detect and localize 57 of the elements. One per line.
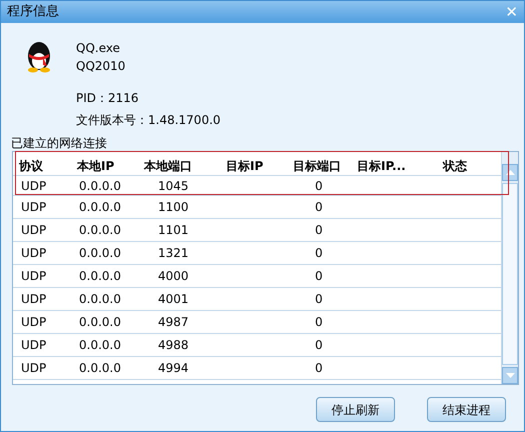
table-cell: 0: [315, 269, 323, 283]
column-header[interactable]: 目标IP...: [351, 156, 437, 174]
table-cell: 0: [315, 338, 323, 352]
table-cell: 0.0.0.0: [79, 178, 121, 192]
table-cell: 0.0.0.0: [79, 338, 121, 352]
table-cell: 1045: [158, 178, 189, 192]
table-cell: 4994: [158, 361, 189, 375]
table-cell: 0: [315, 292, 323, 306]
table-cell: UDP: [21, 200, 46, 214]
file-version: 文件版本号：1.48.1700.0: [76, 112, 221, 129]
column-header[interactable]: 目标IP: [220, 156, 287, 174]
table-cell: 0.0.0.0: [79, 223, 121, 237]
table-cell: UDP: [21, 246, 46, 260]
program-name: QQ.exe: [76, 40, 121, 57]
down-arrow-icon: [506, 373, 514, 378]
column-header[interactable]: 本地IP: [71, 156, 138, 174]
table-cell: 0.0.0.0: [79, 315, 121, 329]
table-cell: 1100: [158, 200, 189, 214]
table-cell: 4988: [158, 338, 189, 352]
window-title: 程序信息: [7, 3, 59, 22]
table-cell: UDP: [21, 178, 46, 192]
column-header[interactable]: 状态: [437, 156, 497, 174]
table-cell: 0: [315, 178, 323, 192]
section-label: 已建立的网络连接: [11, 135, 108, 151]
table-cell: 0: [315, 246, 323, 260]
table-cell: UDP: [21, 292, 46, 306]
table-cell: UDP: [21, 338, 46, 352]
scroll-down-button[interactable]: [502, 367, 518, 384]
column-header[interactable]: 本地端口: [138, 156, 220, 174]
product-name: QQ2010: [76, 58, 126, 75]
column-header[interactable]: 目标端口: [287, 156, 351, 174]
table-cell: 0.0.0.0: [79, 361, 121, 375]
table-cell: 0.0.0.0: [79, 246, 121, 260]
table-cell: UDP: [21, 269, 46, 283]
table-cell: 0: [315, 200, 323, 214]
up-arrow-icon: [506, 170, 514, 175]
table-cell: UDP: [21, 315, 46, 329]
table-cell: 1101: [158, 223, 189, 237]
action-button[interactable]: 停止刷新: [316, 397, 395, 422]
table-cell: 0.0.0.0: [79, 200, 121, 214]
table-cell: UDP: [21, 361, 46, 375]
table-cell: 4001: [158, 292, 189, 306]
scroll-up-button[interactable]: [502, 164, 518, 181]
table-cell: 0.0.0.0: [79, 269, 121, 283]
table-cell: 0: [315, 361, 323, 375]
action-button[interactable]: 结束进程: [427, 397, 506, 422]
table-cell: 0: [315, 223, 323, 237]
table-cell: 1321: [158, 246, 189, 260]
table-cell: 4987: [158, 315, 189, 329]
scrollbar[interactable]: [501, 152, 518, 384]
scroll-thumb[interactable]: [502, 183, 518, 365]
column-header[interactable]: 协议: [13, 156, 71, 174]
table-cell: 4000: [158, 269, 189, 283]
table-cell: UDP: [21, 223, 46, 237]
table-cell: 0: [315, 315, 323, 329]
table-cell: 0.0.0.0: [79, 292, 121, 306]
process-id: PID：2116: [76, 90, 140, 107]
